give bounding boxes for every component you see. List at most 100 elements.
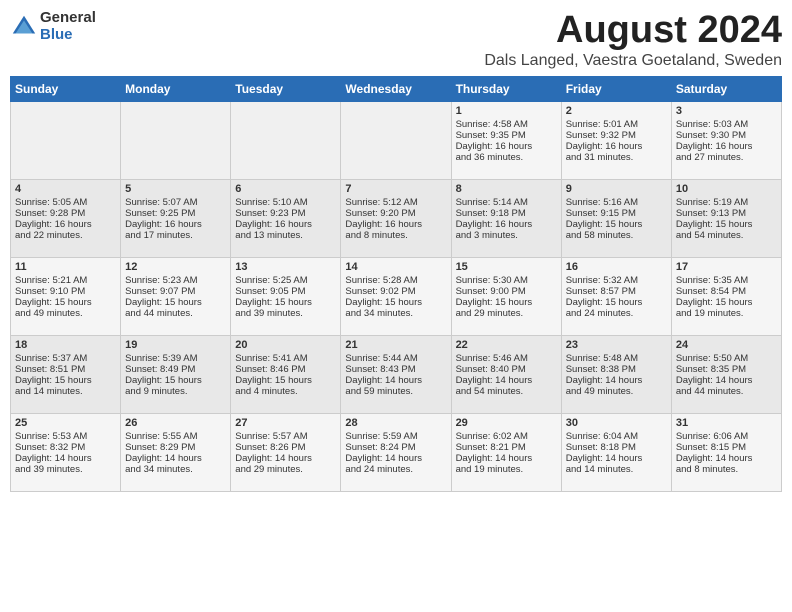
day-info-line: and 9 minutes. [125, 386, 226, 397]
day-info-line: and 29 minutes. [235, 464, 336, 475]
day-info-line: and 24 minutes. [566, 308, 667, 319]
day-number: 9 [566, 183, 667, 195]
day-info-line: Daylight: 15 hours [125, 297, 226, 308]
calendar-cell: 1Sunrise: 4:58 AMSunset: 9:35 PMDaylight… [451, 101, 561, 179]
day-info-line: Daylight: 16 hours [235, 219, 336, 230]
day-info-line: and 19 minutes. [676, 308, 777, 319]
day-info-line: and 17 minutes. [125, 230, 226, 241]
title-area: August 2024 Dals Langed, Vaestra Goetala… [484, 10, 782, 70]
day-info-line: and 54 minutes. [456, 386, 557, 397]
day-info-line: Sunset: 8:15 PM [676, 442, 777, 453]
day-info-line: Daylight: 15 hours [676, 219, 777, 230]
calendar-cell: 18Sunrise: 5:37 AMSunset: 8:51 PMDayligh… [11, 335, 121, 413]
day-info-line: Sunrise: 5:05 AM [15, 197, 116, 208]
day-info-line: and 22 minutes. [15, 230, 116, 241]
logo-blue-text: Blue [40, 27, 96, 44]
day-info-line: Daylight: 14 hours [456, 453, 557, 464]
day-info-line: Daylight: 14 hours [676, 453, 777, 464]
day-info-line: and 54 minutes. [676, 230, 777, 241]
day-info-line: Sunrise: 5:41 AM [235, 353, 336, 364]
day-info-line: Sunset: 8:54 PM [676, 286, 777, 297]
week-row-3: 18Sunrise: 5:37 AMSunset: 8:51 PMDayligh… [11, 335, 782, 413]
week-row-0: 1Sunrise: 4:58 AMSunset: 9:35 PMDaylight… [11, 101, 782, 179]
calendar-cell: 25Sunrise: 5:53 AMSunset: 8:32 PMDayligh… [11, 413, 121, 491]
day-info-line: Sunrise: 6:02 AM [456, 431, 557, 442]
day-number: 25 [15, 417, 116, 429]
day-info-line: Sunset: 9:20 PM [345, 208, 446, 219]
day-info-line: Daylight: 16 hours [676, 141, 777, 152]
day-number: 6 [235, 183, 336, 195]
day-info-line: Daylight: 15 hours [566, 297, 667, 308]
day-info-line: and 58 minutes. [566, 230, 667, 241]
day-info-line: Sunrise: 5:57 AM [235, 431, 336, 442]
day-number: 18 [15, 339, 116, 351]
day-info-line: Sunrise: 5:03 AM [676, 119, 777, 130]
day-number: 5 [125, 183, 226, 195]
day-info-line: Sunrise: 6:06 AM [676, 431, 777, 442]
day-number: 2 [566, 105, 667, 117]
day-number: 29 [456, 417, 557, 429]
day-number: 1 [456, 105, 557, 117]
calendar-cell: 5Sunrise: 5:07 AMSunset: 9:25 PMDaylight… [121, 179, 231, 257]
day-info-line: Sunset: 9:32 PM [566, 130, 667, 141]
day-info-line: Daylight: 15 hours [566, 219, 667, 230]
day-info-line: Sunset: 8:51 PM [15, 364, 116, 375]
day-info-line: Sunset: 8:43 PM [345, 364, 446, 375]
day-info-line: Sunset: 9:28 PM [15, 208, 116, 219]
day-info-line: Daylight: 14 hours [566, 453, 667, 464]
month-title: August 2024 [484, 10, 782, 52]
day-info-line: Daylight: 16 hours [345, 219, 446, 230]
calendar-cell: 9Sunrise: 5:16 AMSunset: 9:15 PMDaylight… [561, 179, 671, 257]
day-info-line: Sunrise: 5:35 AM [676, 275, 777, 286]
day-number: 14 [345, 261, 446, 273]
day-number: 22 [456, 339, 557, 351]
day-info-line: Daylight: 14 hours [235, 453, 336, 464]
day-info-line: Daylight: 15 hours [235, 297, 336, 308]
day-number: 28 [345, 417, 446, 429]
calendar-cell [231, 101, 341, 179]
day-number: 10 [676, 183, 777, 195]
calendar-cell: 14Sunrise: 5:28 AMSunset: 9:02 PMDayligh… [341, 257, 451, 335]
day-number: 12 [125, 261, 226, 273]
day-number: 19 [125, 339, 226, 351]
calendar-cell: 20Sunrise: 5:41 AMSunset: 8:46 PMDayligh… [231, 335, 341, 413]
header: General Blue August 2024 Dals Langed, Va… [10, 10, 782, 70]
day-info-line: Sunrise: 5:21 AM [15, 275, 116, 286]
day-info-line: Sunset: 8:40 PM [456, 364, 557, 375]
location-title: Dals Langed, Vaestra Goetaland, Sweden [484, 52, 782, 70]
calendar-cell: 15Sunrise: 5:30 AMSunset: 9:00 PMDayligh… [451, 257, 561, 335]
day-info-line: Sunset: 9:18 PM [456, 208, 557, 219]
day-info-line: Sunset: 9:13 PM [676, 208, 777, 219]
day-number: 31 [676, 417, 777, 429]
calendar-cell [121, 101, 231, 179]
day-info-line: Daylight: 14 hours [345, 453, 446, 464]
day-info-line: Sunrise: 5:53 AM [15, 431, 116, 442]
calendar-cell: 10Sunrise: 5:19 AMSunset: 9:13 PMDayligh… [671, 179, 781, 257]
day-info-line: and 14 minutes. [15, 386, 116, 397]
day-number: 11 [15, 261, 116, 273]
day-info-line: Sunrise: 5:59 AM [345, 431, 446, 442]
day-info-line: Sunrise: 5:14 AM [456, 197, 557, 208]
week-row-1: 4Sunrise: 5:05 AMSunset: 9:28 PMDaylight… [11, 179, 782, 257]
day-number: 20 [235, 339, 336, 351]
day-info-line: and 29 minutes. [456, 308, 557, 319]
day-info-line: Sunset: 8:46 PM [235, 364, 336, 375]
logo: General Blue [10, 10, 96, 43]
day-info-line: Sunrise: 5:28 AM [345, 275, 446, 286]
day-number: 8 [456, 183, 557, 195]
day-info-line: Daylight: 16 hours [456, 219, 557, 230]
day-info-line: and 59 minutes. [345, 386, 446, 397]
calendar-cell: 19Sunrise: 5:39 AMSunset: 8:49 PMDayligh… [121, 335, 231, 413]
day-number: 30 [566, 417, 667, 429]
week-row-2: 11Sunrise: 5:21 AMSunset: 9:10 PMDayligh… [11, 257, 782, 335]
day-info-line: Daylight: 16 hours [15, 219, 116, 230]
day-info-line: Daylight: 15 hours [456, 297, 557, 308]
calendar-cell: 8 Sunrise: 5:14 AMSunset: 9:18 PMDaylight… [451, 179, 561, 257]
day-info-line: Sunrise: 5:01 AM [566, 119, 667, 130]
day-info-line: Daylight: 15 hours [15, 375, 116, 386]
calendar-cell: 16Sunrise: 5:32 AMSunset: 8:57 PMDayligh… [561, 257, 671, 335]
day-info-line: and 49 minutes. [566, 386, 667, 397]
day-number: 15 [456, 261, 557, 273]
day-info-line: Daylight: 16 hours [456, 141, 557, 152]
day-info-line: and 4 minutes. [235, 386, 336, 397]
